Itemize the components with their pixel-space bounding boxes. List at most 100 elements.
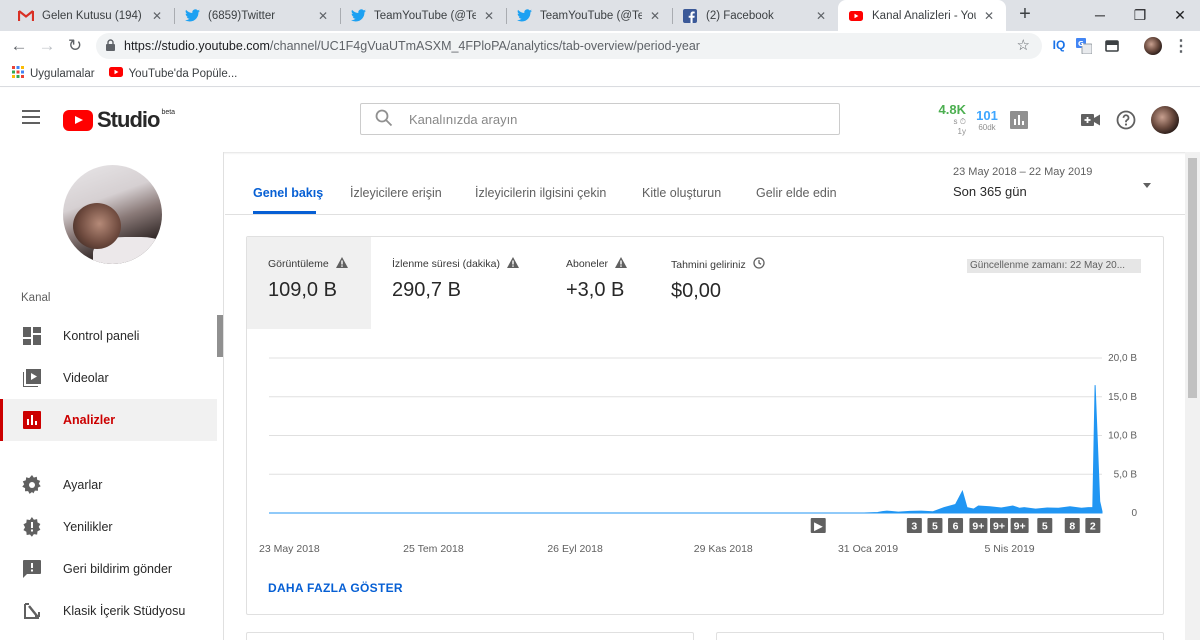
views-chart[interactable]: 20,0 B 15,0 B 10,0 B 5,0 B 0 23 May 2018 25 Te… <box>247 347 1163 557</box>
tab-engagement[interactable]: İzleyicilerin ilgisini çekin <box>475 186 606 200</box>
sidebar-item-label: Yenilikler <box>63 520 113 534</box>
address-bar[interactable]: https://studio.youtube.com/channel/UC1F4… <box>96 33 1042 59</box>
channel-search[interactable] <box>360 103 840 135</box>
forward-button[interactable]: → <box>37 36 57 56</box>
bookmark-label: YouTube'da Popüle... <box>128 67 238 80</box>
bookmark-star-icon[interactable]: ☆ <box>1017 36 1030 54</box>
sidebar-item-dashboard[interactable]: Kontrol paneli <box>0 315 217 357</box>
tab-revenue[interactable]: Gelir elde edin <box>756 186 837 200</box>
overview-card: Görüntüleme 109,0 B İzlenme süresi (daki… <box>246 236 1164 615</box>
tab-title: (2) Facebook <box>706 9 774 22</box>
sidebar-item-label: Ayarlar <box>63 478 103 492</box>
realtime-views-stat[interactable]: 4.8K s ⏱ 1y <box>932 102 966 137</box>
video-marker[interactable]: 9+ <box>1010 518 1029 533</box>
gmail-icon <box>18 8 34 24</box>
close-icon[interactable]: ✕ <box>150 9 164 23</box>
channel-avatar[interactable] <box>63 165 162 264</box>
metric-revenue[interactable]: Tahmini geliriniz $0,00 <box>650 237 780 329</box>
tab-title: TeamYouTube (@TeamY <box>540 9 642 22</box>
warning-icon[interactable] <box>506 257 519 271</box>
analytics-tabs: Genel bakış İzleyicilere erişin İzleyici… <box>225 152 1185 215</box>
create-video-icon[interactable] <box>1079 108 1103 132</box>
video-marker[interactable]: 5 <box>1037 518 1053 533</box>
feedback-icon <box>22 559 42 579</box>
reload-button[interactable]: ↻ <box>65 36 85 56</box>
iq-extension-icon[interactable]: IQ <box>1049 35 1069 55</box>
sidebar-item-feedback[interactable]: Geri bildirim gönder <box>0 548 217 590</box>
video-marker-label: 9+ <box>972 521 984 533</box>
close-icon[interactable]: ✕ <box>648 9 662 23</box>
bar-chart-icon[interactable] <box>1007 108 1031 132</box>
close-icon[interactable]: ✕ <box>982 9 996 23</box>
help-icon[interactable] <box>1114 108 1138 132</box>
translate-extension-icon[interactable]: G <box>1075 36 1093 56</box>
svg-text:G: G <box>1078 40 1084 48</box>
browser-tab[interactable]: (6859)Twitter ✕ <box>174 0 340 31</box>
sidebar-item-videos[interactable]: Videolar <box>0 357 217 399</box>
sidebar-item-analytics[interactable]: Analizler <box>0 399 217 441</box>
tab-audience[interactable]: Kitle oluşturun <box>642 186 721 200</box>
tab-overview[interactable]: Genel bakış <box>253 186 323 200</box>
video-marker[interactable]: 8 <box>1064 518 1080 533</box>
realtime-views-period: 1y <box>957 127 966 136</box>
warning-icon[interactable] <box>335 257 348 271</box>
video-marker[interactable]: 5 <box>927 518 943 533</box>
video-marker[interactable]: 9+ <box>990 518 1009 533</box>
views-area-series <box>269 385 1103 514</box>
bookmark-apps[interactable]: Uygulamalar <box>12 66 95 81</box>
sidebar-item-settings[interactable]: Ayarlar <box>0 464 217 506</box>
extension-icon[interactable] <box>1103 36 1121 56</box>
hamburger-menu-icon[interactable] <box>22 110 40 124</box>
scrollbar-thumb[interactable] <box>1188 158 1197 398</box>
minimize-button[interactable]: ─ <box>1080 0 1120 31</box>
browser-tab-active[interactable]: Kanal Analizleri - YouTu ✕ <box>838 0 1006 31</box>
x-tick-label: 29 Kas 2018 <box>694 543 753 555</box>
profile-avatar[interactable] <box>1143 36 1163 56</box>
bookmark-label: Uygulamalar <box>30 67 95 80</box>
dropdown-arrow-icon[interactable] <box>1143 183 1151 188</box>
tab-reach[interactable]: İzleyicilere erişin <box>350 186 442 200</box>
search-input[interactable] <box>409 111 809 127</box>
video-marker[interactable]: 3 <box>906 518 922 533</box>
browser-tab[interactable]: (2) Facebook ✕ <box>672 0 838 31</box>
url-host: https://studio.youtube.com <box>124 39 270 53</box>
metric-subscribers[interactable]: Aboneler +3,0 B <box>545 237 650 329</box>
lock-icon <box>106 39 115 51</box>
studio-logo[interactable]: Studio beta <box>63 107 175 133</box>
metric-views[interactable]: Görüntüleme 109,0 B <box>247 237 371 329</box>
facebook-icon <box>682 8 698 24</box>
period-selector[interactable]: 23 May 2018 – 22 May 2019 Son 365 gün <box>953 166 1092 199</box>
bookmark-youtube-popular[interactable]: YouTube'da Popüle... <box>108 67 238 80</box>
window-close-button[interactable]: ✕ <box>1160 0 1200 31</box>
y-tick-label: 5,0 B <box>1114 469 1138 480</box>
browser-tab[interactable]: TeamYouTube (@TeamY ✕ <box>340 0 506 31</box>
sidebar-item-classic-studio[interactable]: Klasik İçerik Stüdyosu <box>0 590 217 632</box>
video-marker[interactable]: 2 <box>1085 518 1101 533</box>
close-icon[interactable]: ✕ <box>814 9 828 23</box>
x-tick-label: 23 May 2018 <box>259 543 320 555</box>
sidebar-item-whats-new[interactable]: Yenilikler <box>0 506 217 548</box>
realtime-subs-stat[interactable]: 101 60dk <box>972 108 1002 132</box>
new-tab-button[interactable]: + <box>1015 4 1035 25</box>
metric-watch-time[interactable]: İzlenme süresi (dakika) 290,7 B <box>371 237 545 329</box>
video-marker[interactable]: 6 <box>948 518 964 533</box>
page-scrollbar[interactable] <box>1185 152 1200 640</box>
sidebar-scrollbar[interactable] <box>217 315 223 357</box>
back-button[interactable]: ← <box>9 36 29 56</box>
browser-tab[interactable]: Gelen Kutusu (194) - se ✕ <box>8 0 174 31</box>
menu-icon[interactable]: ⋮ <box>1173 36 1189 56</box>
dashboard-icon <box>22 326 42 346</box>
maximize-button[interactable]: ❐ <box>1120 0 1160 31</box>
video-marker[interactable]: 9+ <box>969 518 988 533</box>
close-icon[interactable]: ✕ <box>482 9 496 23</box>
show-more-button[interactable]: DAHA FAZLA GÖSTER <box>268 581 403 595</box>
account-avatar[interactable] <box>1151 106 1179 134</box>
close-icon[interactable]: ✕ <box>316 9 330 23</box>
browser-tab[interactable]: TeamYouTube (@TeamY ✕ <box>506 0 672 31</box>
sidebar-item-label: Klasik İçerik Stüdyosu <box>63 604 186 618</box>
youtube-icon <box>108 67 123 80</box>
clock-icon[interactable] <box>753 257 765 272</box>
video-marker[interactable]: ▶ <box>810 518 826 533</box>
warning-icon[interactable] <box>615 257 628 271</box>
settings-gear-icon <box>22 475 42 495</box>
